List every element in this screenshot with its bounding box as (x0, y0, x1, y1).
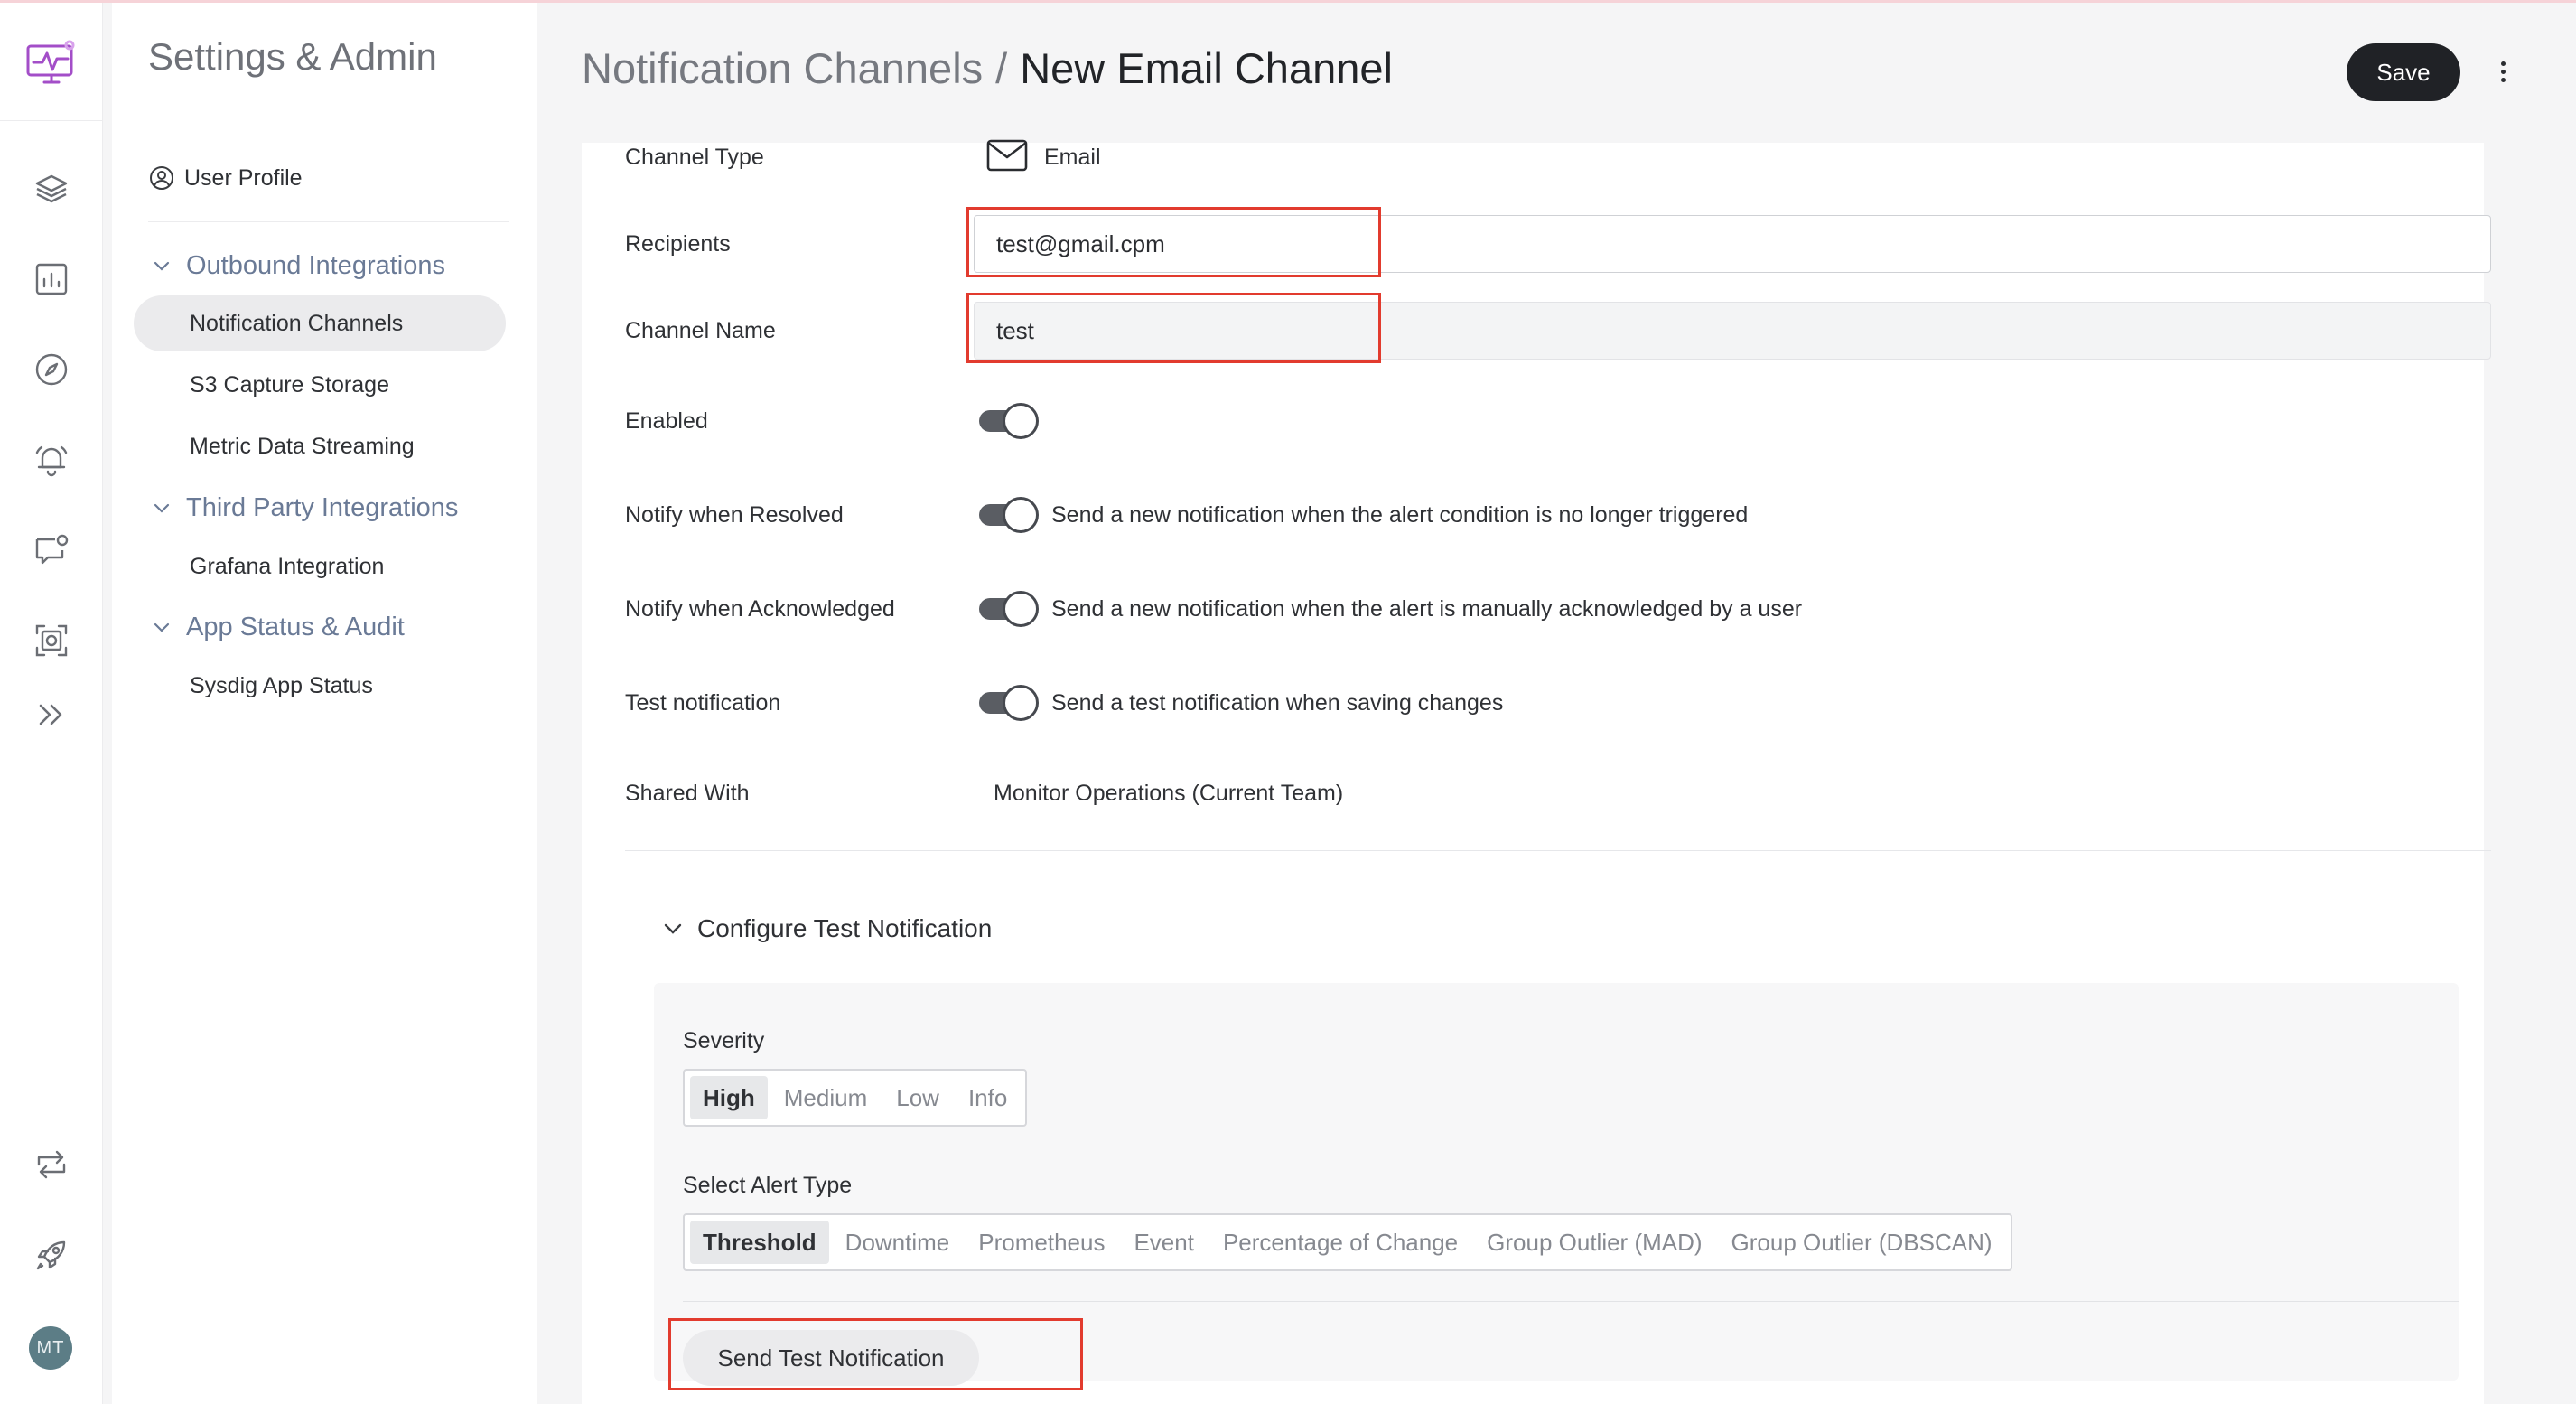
notify-acknowledged-toggle[interactable] (979, 591, 1039, 627)
envelope-icon (986, 139, 1028, 172)
alert-type-option-percentage-of-change[interactable]: Percentage of Change (1210, 1221, 1470, 1264)
alert-type-option-prometheus[interactable]: Prometheus (966, 1221, 1117, 1264)
bar-chart-icon[interactable] (32, 259, 71, 299)
recipients-label: Recipients (625, 231, 731, 257)
configure-test-notification-toggle[interactable]: Configure Test Notification (661, 914, 992, 943)
rail-divider (0, 120, 103, 121)
notify-resolved-description: Send a new notification when the alert c… (1051, 502, 1749, 528)
section-divider (625, 850, 2491, 851)
alert-type-selector: Threshold Downtime Prometheus Event Perc… (683, 1213, 2012, 1271)
enabled-label: Enabled (625, 408, 708, 434)
panel-divider (683, 1301, 2459, 1302)
test-notification-label: Test notification (625, 690, 781, 716)
sidebar-group-label: Outbound Integrations (186, 250, 445, 280)
notify-acknowledged-label: Notify when Acknowledged (625, 596, 895, 622)
configure-test-panel (654, 983, 2459, 1381)
capture-icon[interactable] (32, 621, 71, 660)
sidebar-item-user-profile[interactable]: User Profile (148, 162, 303, 194)
alert-type-option-group-outlier-mad[interactable]: Group Outlier (MAD) (1474, 1221, 1714, 1264)
breadcrumb-separator: / (995, 44, 1008, 92)
settings-sidebar: Settings & Admin User Profile Outbound I… (112, 3, 537, 1404)
notify-resolved-toggle[interactable] (979, 497, 1039, 533)
layers-icon[interactable] (32, 169, 71, 209)
severity-option-low[interactable]: Low (883, 1076, 952, 1119)
sidebar-item-notification-channels[interactable]: Notification Channels (134, 295, 506, 351)
sync-icon[interactable] (32, 1145, 71, 1184)
alert-type-option-group-outlier-dbscan[interactable]: Group Outlier (DBSCAN) (1719, 1221, 2005, 1264)
sidebar-item-grafana-integration[interactable]: Grafana Integration (134, 538, 506, 594)
configure-test-notification-title: Configure Test Notification (697, 914, 993, 942)
sidebar-group-label: Third Party Integrations (186, 492, 459, 522)
sidebar-item-metric-data-streaming[interactable]: Metric Data Streaming (134, 418, 506, 474)
avatar[interactable]: MT (29, 1326, 72, 1370)
sidebar-item-label: Metric Data Streaming (190, 433, 415, 459)
chevrons-right-icon[interactable] (32, 695, 71, 735)
compass-icon[interactable] (32, 350, 71, 389)
rocket-icon[interactable] (32, 1235, 71, 1275)
alert-type-label: Select Alert Type (683, 1173, 853, 1198)
channel-type-value: Email (1044, 145, 1101, 170)
alert-type-option-downtime[interactable]: Downtime (833, 1221, 963, 1264)
test-notification-description: Send a test notification when saving cha… (1051, 690, 1504, 716)
breadcrumb: Notification Channels / New Email Channe… (582, 43, 1393, 93)
severity-option-high[interactable]: High (690, 1076, 768, 1119)
sidebar-group-outbound-integrations[interactable]: Outbound Integrations (152, 248, 445, 284)
severity-option-medium[interactable]: Medium (771, 1076, 880, 1119)
severity-option-info[interactable]: Info (956, 1076, 1020, 1119)
severity-label: Severity (683, 1028, 765, 1053)
page-title: New Email Channel (1020, 44, 1393, 92)
breadcrumb-parent-link[interactable]: Notification Channels (582, 43, 983, 93)
sidebar-group-app-status-audit[interactable]: App Status & Audit (152, 609, 405, 645)
channel-name-input[interactable]: test (974, 302, 2491, 360)
notify-acknowledged-description: Send a new notification when the alert i… (1051, 596, 1803, 622)
sidebar-divider (148, 221, 509, 222)
sidebar-item-s3-capture-storage[interactable]: S3 Capture Storage (134, 357, 506, 413)
sidebar-item-label: Notification Channels (190, 310, 404, 336)
sidebar-item-label: Sysdig App Status (190, 672, 373, 698)
alert-type-option-threshold[interactable]: Threshold (690, 1221, 829, 1264)
chevron-down-icon (154, 503, 170, 513)
sidebar-item-label: User Profile (184, 164, 303, 191)
monitor-logo-icon[interactable] (24, 37, 79, 91)
chevron-down-icon (154, 261, 170, 271)
shared-with-label: Shared With (625, 781, 750, 806)
sidebar-item-label: Grafana Integration (190, 553, 385, 579)
sidebar-item-sysdig-app-status[interactable]: Sysdig App Status (134, 658, 506, 714)
bell-icon[interactable] (32, 440, 71, 480)
chevron-down-icon (154, 622, 170, 632)
test-notification-toggle[interactable] (979, 685, 1039, 721)
notify-resolved-label: Notify when Resolved (625, 502, 844, 528)
chat-icon[interactable] (32, 530, 71, 570)
more-options-icon[interactable] (2489, 58, 2516, 85)
save-button[interactable]: Save (2347, 43, 2460, 101)
enabled-toggle[interactable] (979, 403, 1039, 439)
sidebar-group-third-party-integrations[interactable]: Third Party Integrations (152, 490, 458, 526)
channel-type-label: Channel Type (625, 145, 764, 170)
user-circle-icon (150, 166, 173, 190)
severity-selector: High Medium Low Info (683, 1069, 1028, 1127)
channel-name-label: Channel Name (625, 318, 776, 343)
sidebar-title: Settings & Admin (148, 35, 437, 78)
sidebar-item-label: S3 Capture Storage (190, 371, 389, 398)
send-test-notification-button[interactable]: Send Test Notification (683, 1330, 979, 1386)
alert-type-option-event[interactable]: Event (1121, 1221, 1207, 1264)
recipients-input[interactable]: test@gmail.cpm (974, 215, 2491, 273)
chevron-down-icon (664, 923, 682, 934)
shared-with-value: Monitor Operations (Current Team) (994, 781, 1344, 806)
sidebar-group-label: App Status & Audit (186, 612, 405, 641)
nav-rail: MT (0, 3, 103, 1404)
